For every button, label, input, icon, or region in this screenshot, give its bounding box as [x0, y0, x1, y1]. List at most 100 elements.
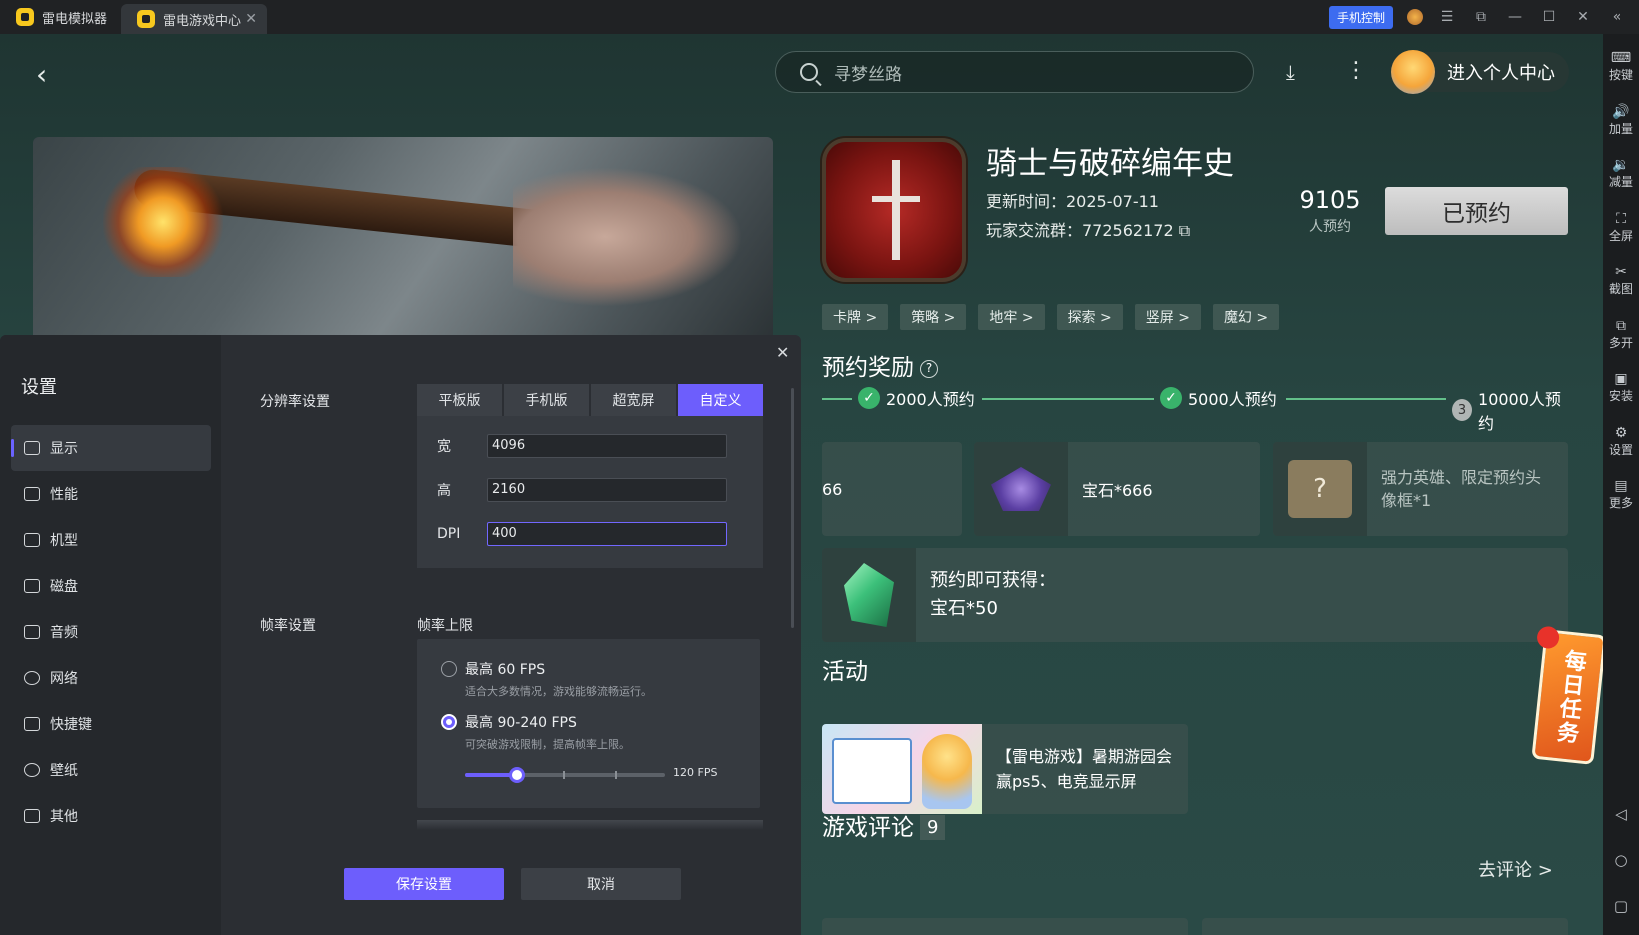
apk-icon: ▣ — [1614, 371, 1628, 388]
tag-list: 卡牌 > 策略 > 地牢 > 探索 > 竖屏 > 魔幻 > — [822, 304, 1280, 330]
toolbar-volume-down[interactable]: 🔉 减量 — [1609, 147, 1633, 201]
settings-nav-audio[interactable]: 音频 — [11, 609, 211, 655]
reward-milestones: ✓ 2000人预约 ✓ 5000人预约 3 10000人预约 — [822, 386, 1568, 433]
copy-icon[interactable]: ⧉ — [1179, 221, 1190, 240]
height-label: 高 — [437, 483, 451, 499]
tag-strategy[interactable]: 策略 > — [900, 304, 967, 330]
nav-back-icon[interactable]: ◁ — [1615, 805, 1627, 823]
help-icon[interactable]: ? — [920, 360, 938, 378]
toolbar-volume-up[interactable]: 🔊 加量 — [1609, 94, 1633, 148]
fps-label: 帧率设置 — [260, 618, 316, 634]
check-icon: ✓ — [1160, 387, 1182, 409]
settings-nav-display[interactable]: 显示 — [11, 425, 211, 471]
tab-tablet[interactable]: 平板版 — [417, 384, 502, 416]
fps-60-radio[interactable] — [441, 661, 457, 677]
comments-title-text: 游戏评论 — [822, 815, 914, 841]
tag-portrait[interactable]: 竖屏 > — [1134, 304, 1201, 330]
search-input[interactable]: 寻梦丝路 — [775, 51, 1254, 93]
activity-text: 【雷电游戏】暑期游园会赢ps5、电竞显示屏 — [996, 747, 1173, 791]
globe-icon — [24, 671, 40, 685]
fps-240-radio[interactable] — [441, 714, 457, 730]
dpi-label: DPI — [437, 526, 461, 542]
toolbar-label: 减量 — [1608, 175, 1633, 190]
nav-recent-icon[interactable]: ▢ — [1614, 897, 1628, 915]
milestone-label: 2000人预约 — [886, 390, 975, 409]
settings-nav-model[interactable]: 机型 — [11, 517, 211, 563]
settings-nav-other[interactable]: 其他 — [11, 793, 211, 839]
save-settings-button[interactable]: 保存设置 — [344, 868, 504, 900]
tab-custom[interactable]: 自定义 — [678, 384, 763, 416]
tab-phone[interactable]: 手机版 — [504, 384, 589, 416]
toolbar-settings[interactable]: ⚙ 设置 — [1609, 415, 1633, 469]
nav-home-icon[interactable]: ○ — [1614, 851, 1627, 869]
dpi-input[interactable]: 400 — [487, 522, 727, 546]
reserved-button[interactable]: 已预约 — [1385, 187, 1568, 235]
tab-close-icon[interactable]: ✕ — [245, 11, 257, 27]
restore-icon[interactable]: ⧉ — [1471, 9, 1491, 25]
emulator-logo-icon — [16, 8, 34, 26]
folder-icon — [24, 533, 40, 547]
settings-nav-wallpaper[interactable]: 壁纸 — [11, 747, 211, 793]
maximize-icon[interactable]: ☐ — [1539, 9, 1559, 25]
milestone-label: 10000人预约 — [1478, 390, 1561, 433]
fps-slider[interactable] — [465, 767, 665, 783]
tab-ultrawide[interactable]: 超宽屏 — [591, 384, 676, 416]
nav-label: 性能 — [50, 487, 78, 503]
daily-task-widget[interactable]: 每日任务 — [1531, 625, 1603, 765]
cancel-button[interactable]: 取消 — [521, 868, 681, 900]
width-input[interactable]: 4096 — [487, 434, 727, 458]
toolbar-install[interactable]: ▣ 安装 — [1609, 361, 1633, 415]
nav-label: 显示 — [50, 441, 78, 457]
reward-items: 66 宝石*666 ? 强力英雄、限定预约头像框*1 — [822, 442, 1568, 536]
tag-explore[interactable]: 探索 > — [1056, 304, 1123, 330]
fps-value: 120 FPS — [673, 766, 718, 779]
personal-center-button[interactable]: 进入个人中心 — [1391, 50, 1569, 94]
personal-center-label: 进入个人中心 — [1447, 63, 1555, 84]
settings-nav-network[interactable]: 网络 — [11, 655, 211, 701]
settings-nav-shortcuts[interactable]: 快捷键 — [11, 701, 211, 747]
search-placeholder: 寻梦丝路 — [834, 64, 902, 85]
phone-control-button[interactable]: 手机控制 — [1328, 5, 1393, 29]
comment-card[interactable] — [822, 918, 1188, 935]
comments-count: 9 — [920, 815, 946, 840]
tab-game-center[interactable]: 雷电游戏中心 ✕ — [121, 4, 268, 34]
toolbar-screenshot[interactable]: ✂ 截图 — [1609, 254, 1633, 308]
tag-dungeon[interactable]: 地牢 > — [978, 304, 1045, 330]
settings-nav-performance[interactable]: 性能 — [11, 471, 211, 517]
comment-card[interactable] — [1202, 918, 1568, 935]
height-input[interactable]: 2160 — [487, 478, 727, 502]
gamepad-icon — [24, 625, 40, 639]
toolbar-keyboard[interactable]: ⌨ 按键 — [1609, 40, 1633, 94]
download-icon[interactable]: ⤓ — [1286, 60, 1295, 84]
milestone-line — [982, 398, 1154, 400]
mystery-box-icon: ? — [1273, 442, 1367, 536]
back-arrow-icon[interactable]: ‹ — [36, 58, 47, 91]
more-vertical-icon[interactable]: ⋮ — [1345, 58, 1367, 83]
reward-item[interactable]: 宝石*666 — [974, 442, 1260, 536]
menu-icon[interactable]: ☰ — [1437, 9, 1457, 25]
toolbar-fullscreen[interactable]: ⛶ 全屏 — [1609, 201, 1633, 255]
multi-instance-icon: ⧉ — [1615, 317, 1626, 334]
fps-60-label: 最高 60 FPS — [465, 662, 546, 678]
dialog-close-icon[interactable]: ✕ — [776, 343, 789, 362]
keyboard-icon — [24, 717, 40, 731]
fps-slider-knob[interactable] — [509, 767, 525, 783]
activity-card[interactable]: 【雷电游戏】暑期游园会赢ps5、电竞显示屏 — [822, 724, 1188, 814]
disk-icon — [24, 579, 40, 593]
nav-label: 网络 — [50, 671, 78, 687]
close-icon[interactable]: ✕ — [1573, 9, 1593, 25]
minimize-icon[interactable]: — — [1505, 9, 1525, 25]
tab-emulator[interactable]: 雷电模拟器 — [0, 0, 121, 34]
toolbar-more[interactable]: ▤ 更多 — [1609, 468, 1633, 522]
reward-item[interactable]: ? 强力英雄、限定预约头像框*1 — [1273, 442, 1568, 536]
collapse-icon[interactable]: « — [1607, 9, 1627, 25]
reward-item[interactable]: 66 — [822, 442, 962, 536]
settings-nav-disk[interactable]: 磁盘 — [11, 563, 211, 609]
toolbar-multi[interactable]: ⧉ 多开 — [1609, 308, 1633, 362]
tag-fantasy[interactable]: 魔幻 > — [1212, 304, 1280, 330]
go-comment-link[interactable]: 去评论 > — [1478, 856, 1553, 882]
settings-scrollbar[interactable] — [791, 388, 794, 628]
tag-card[interactable]: 卡牌 > — [822, 304, 889, 330]
game-banner-image[interactable] — [33, 137, 773, 337]
avatar-icon[interactable] — [1407, 9, 1423, 25]
